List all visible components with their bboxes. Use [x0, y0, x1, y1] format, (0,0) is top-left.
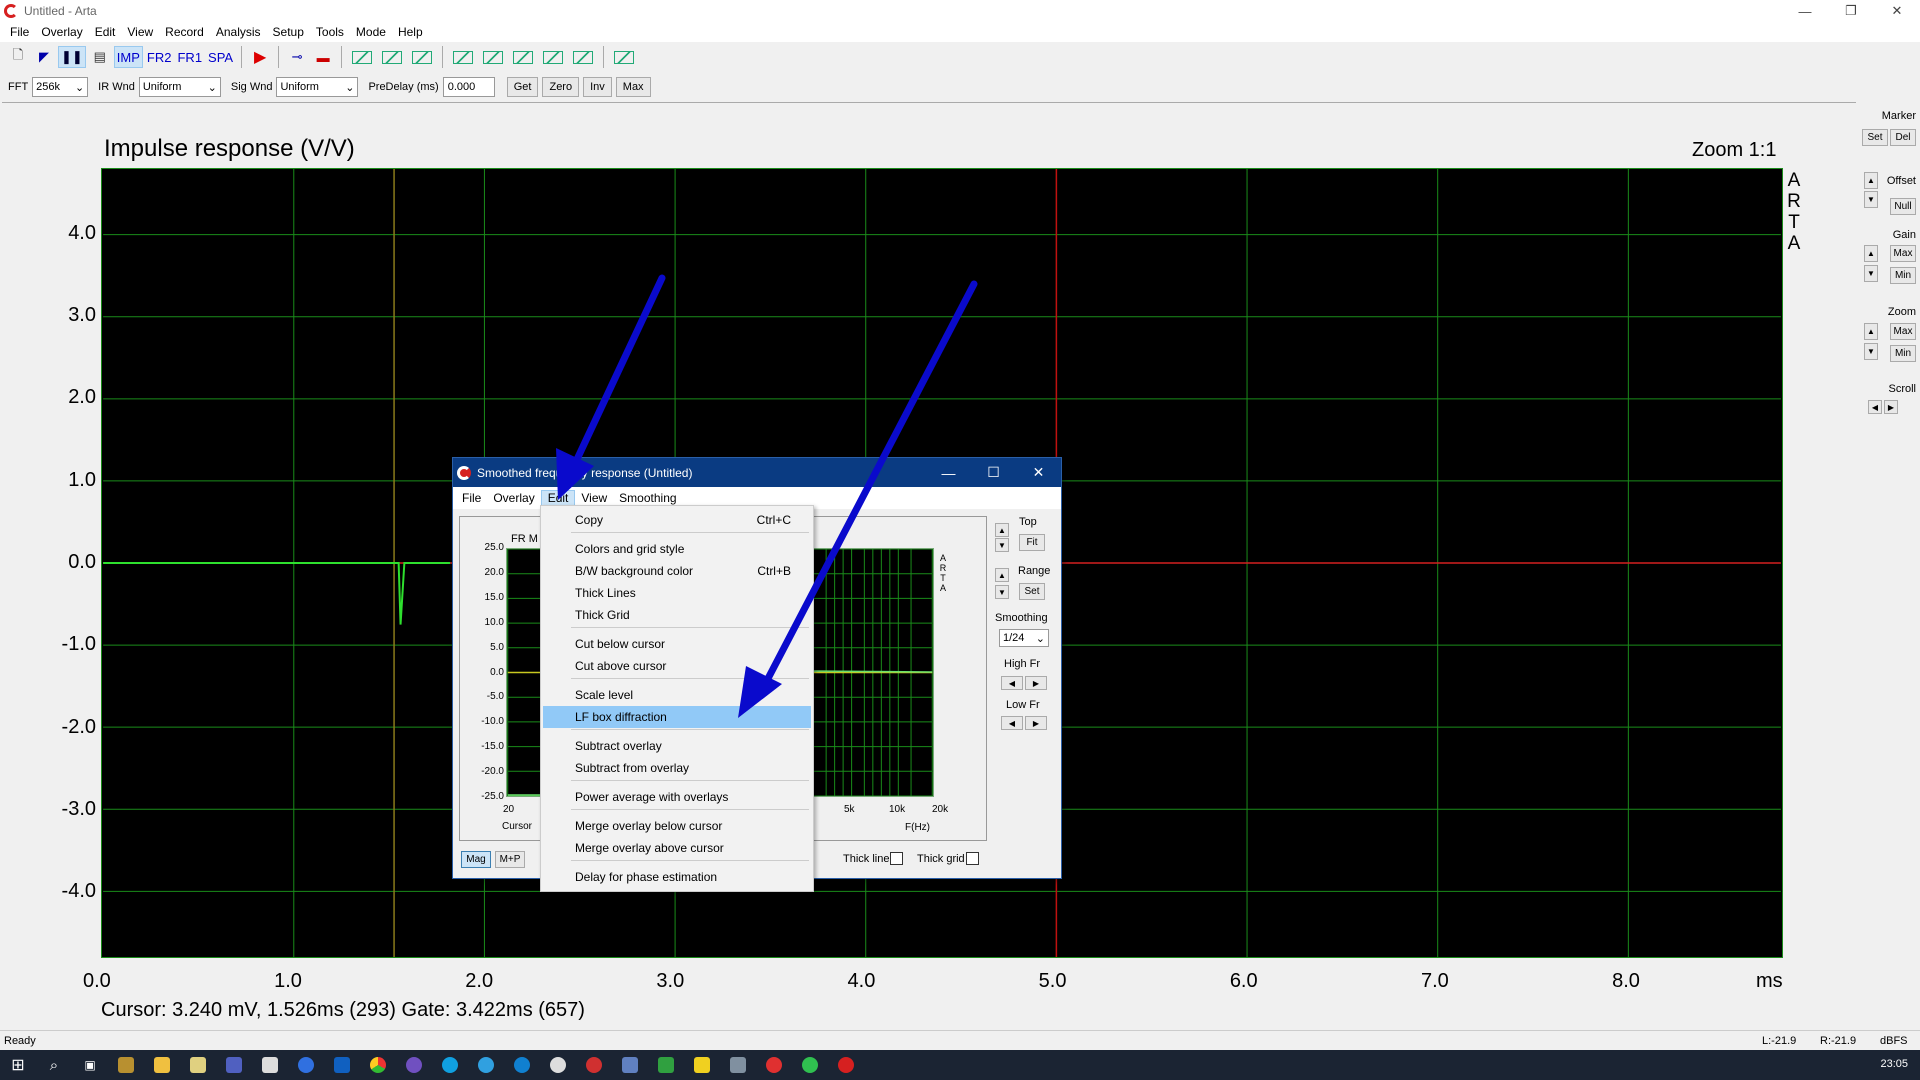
annotation-arrows [556, 274, 978, 718]
arrow-head-icon [738, 666, 782, 718]
annotation-arrow-to-edit [568, 274, 666, 474]
annotation-arrow-to-lf-box [758, 280, 978, 694]
